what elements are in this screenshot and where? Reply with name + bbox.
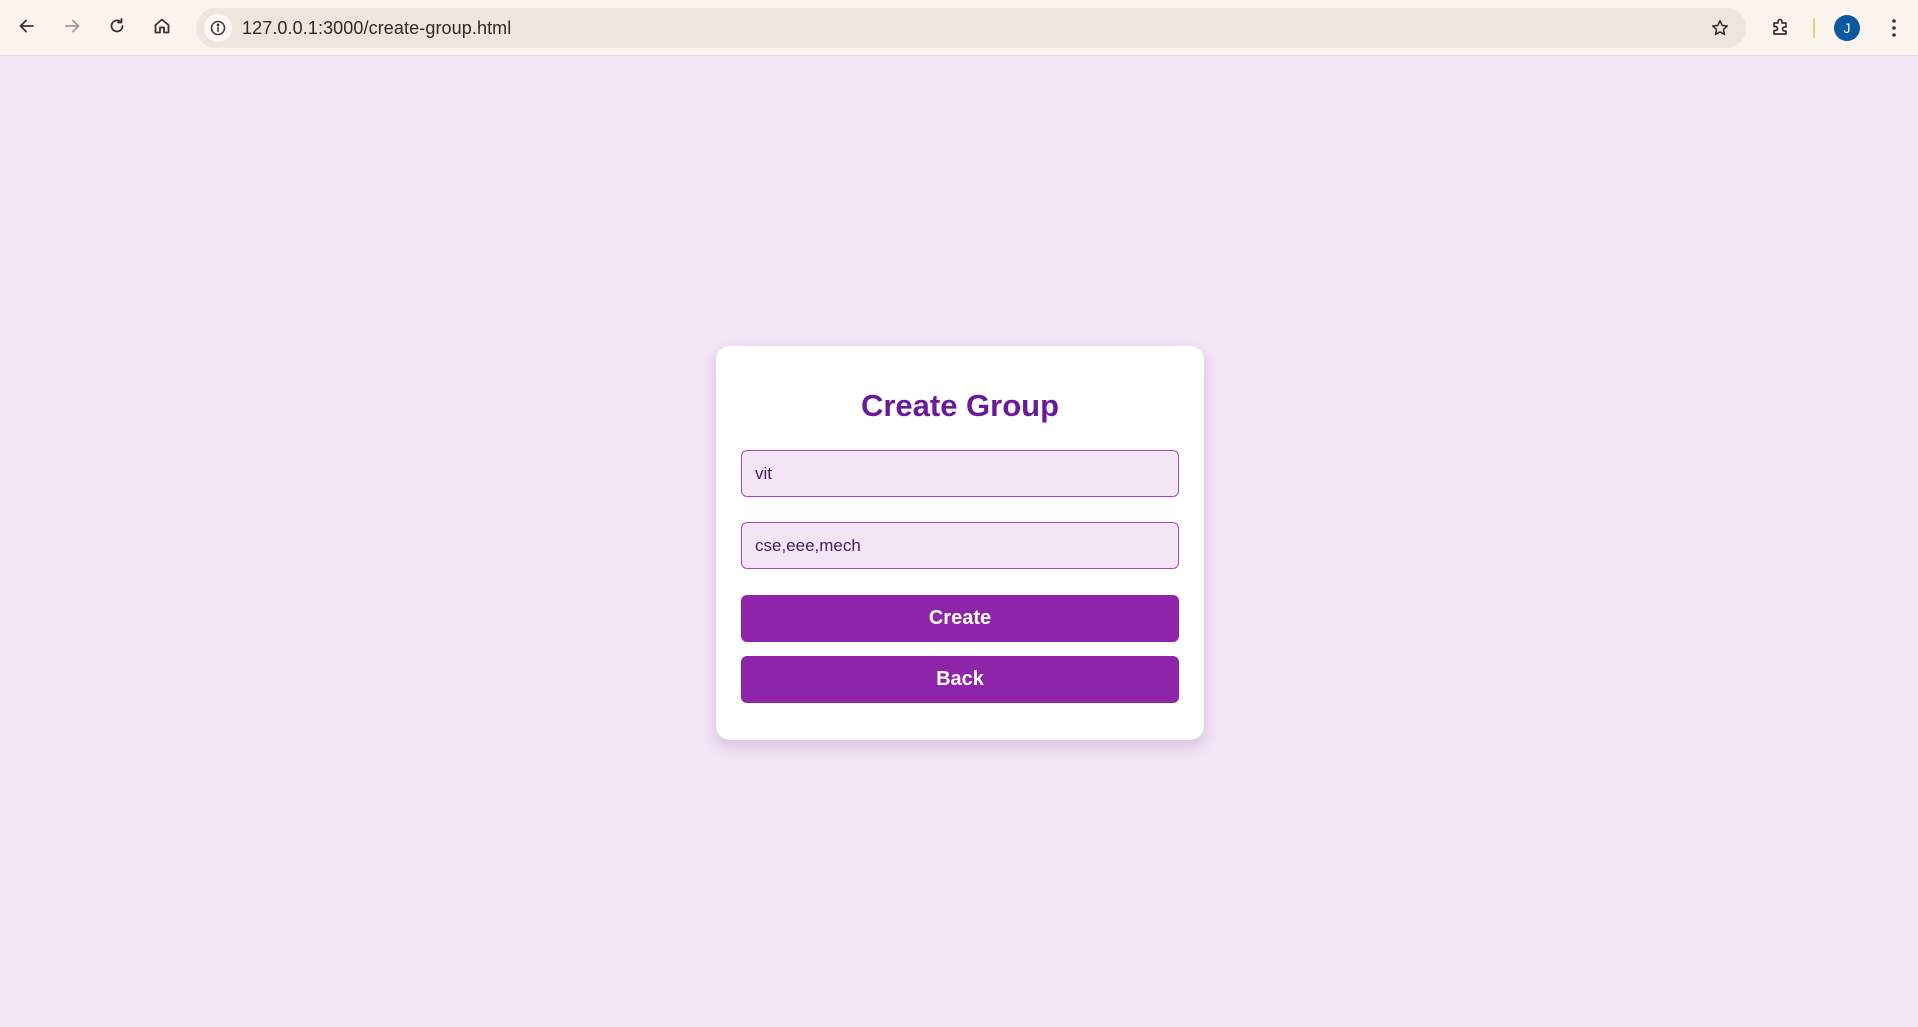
group-name-input[interactable] xyxy=(741,450,1179,497)
star-icon xyxy=(1712,20,1728,36)
page-title: Create Group xyxy=(860,388,1060,423)
kebab-menu-icon xyxy=(1892,19,1896,37)
reload-icon xyxy=(110,18,124,33)
info-icon xyxy=(210,20,226,36)
address-bar[interactable]: 127.0.0.1:3000/create-group.html xyxy=(196,8,1746,48)
bookmark-button[interactable] xyxy=(1708,16,1732,40)
arrow-left-icon xyxy=(19,19,34,33)
create-button[interactable]: Create xyxy=(741,595,1179,642)
extensions-button[interactable] xyxy=(1764,10,1798,44)
group-members-input[interactable] xyxy=(741,522,1179,569)
browser-menu-button[interactable] xyxy=(1882,12,1906,44)
reload-button[interactable] xyxy=(99,8,135,44)
site-info-button[interactable] xyxy=(204,14,232,42)
browser-toolbar: 127.0.0.1:3000/create-group.html J xyxy=(0,0,1918,56)
back-to-home-button[interactable]: Back xyxy=(741,656,1179,703)
back-button[interactable] xyxy=(9,8,45,44)
create-group-card: Create Group Create Back xyxy=(716,346,1204,740)
home-button[interactable] xyxy=(144,8,180,44)
home-icon xyxy=(154,18,170,34)
url-text[interactable]: 127.0.0.1:3000/create-group.html xyxy=(242,18,511,39)
arrow-right-icon xyxy=(65,19,80,33)
forward-button[interactable] xyxy=(54,8,90,44)
toolbar-divider xyxy=(1813,18,1815,38)
profile-avatar[interactable]: J xyxy=(1834,15,1860,41)
puzzle-icon xyxy=(1773,18,1787,35)
